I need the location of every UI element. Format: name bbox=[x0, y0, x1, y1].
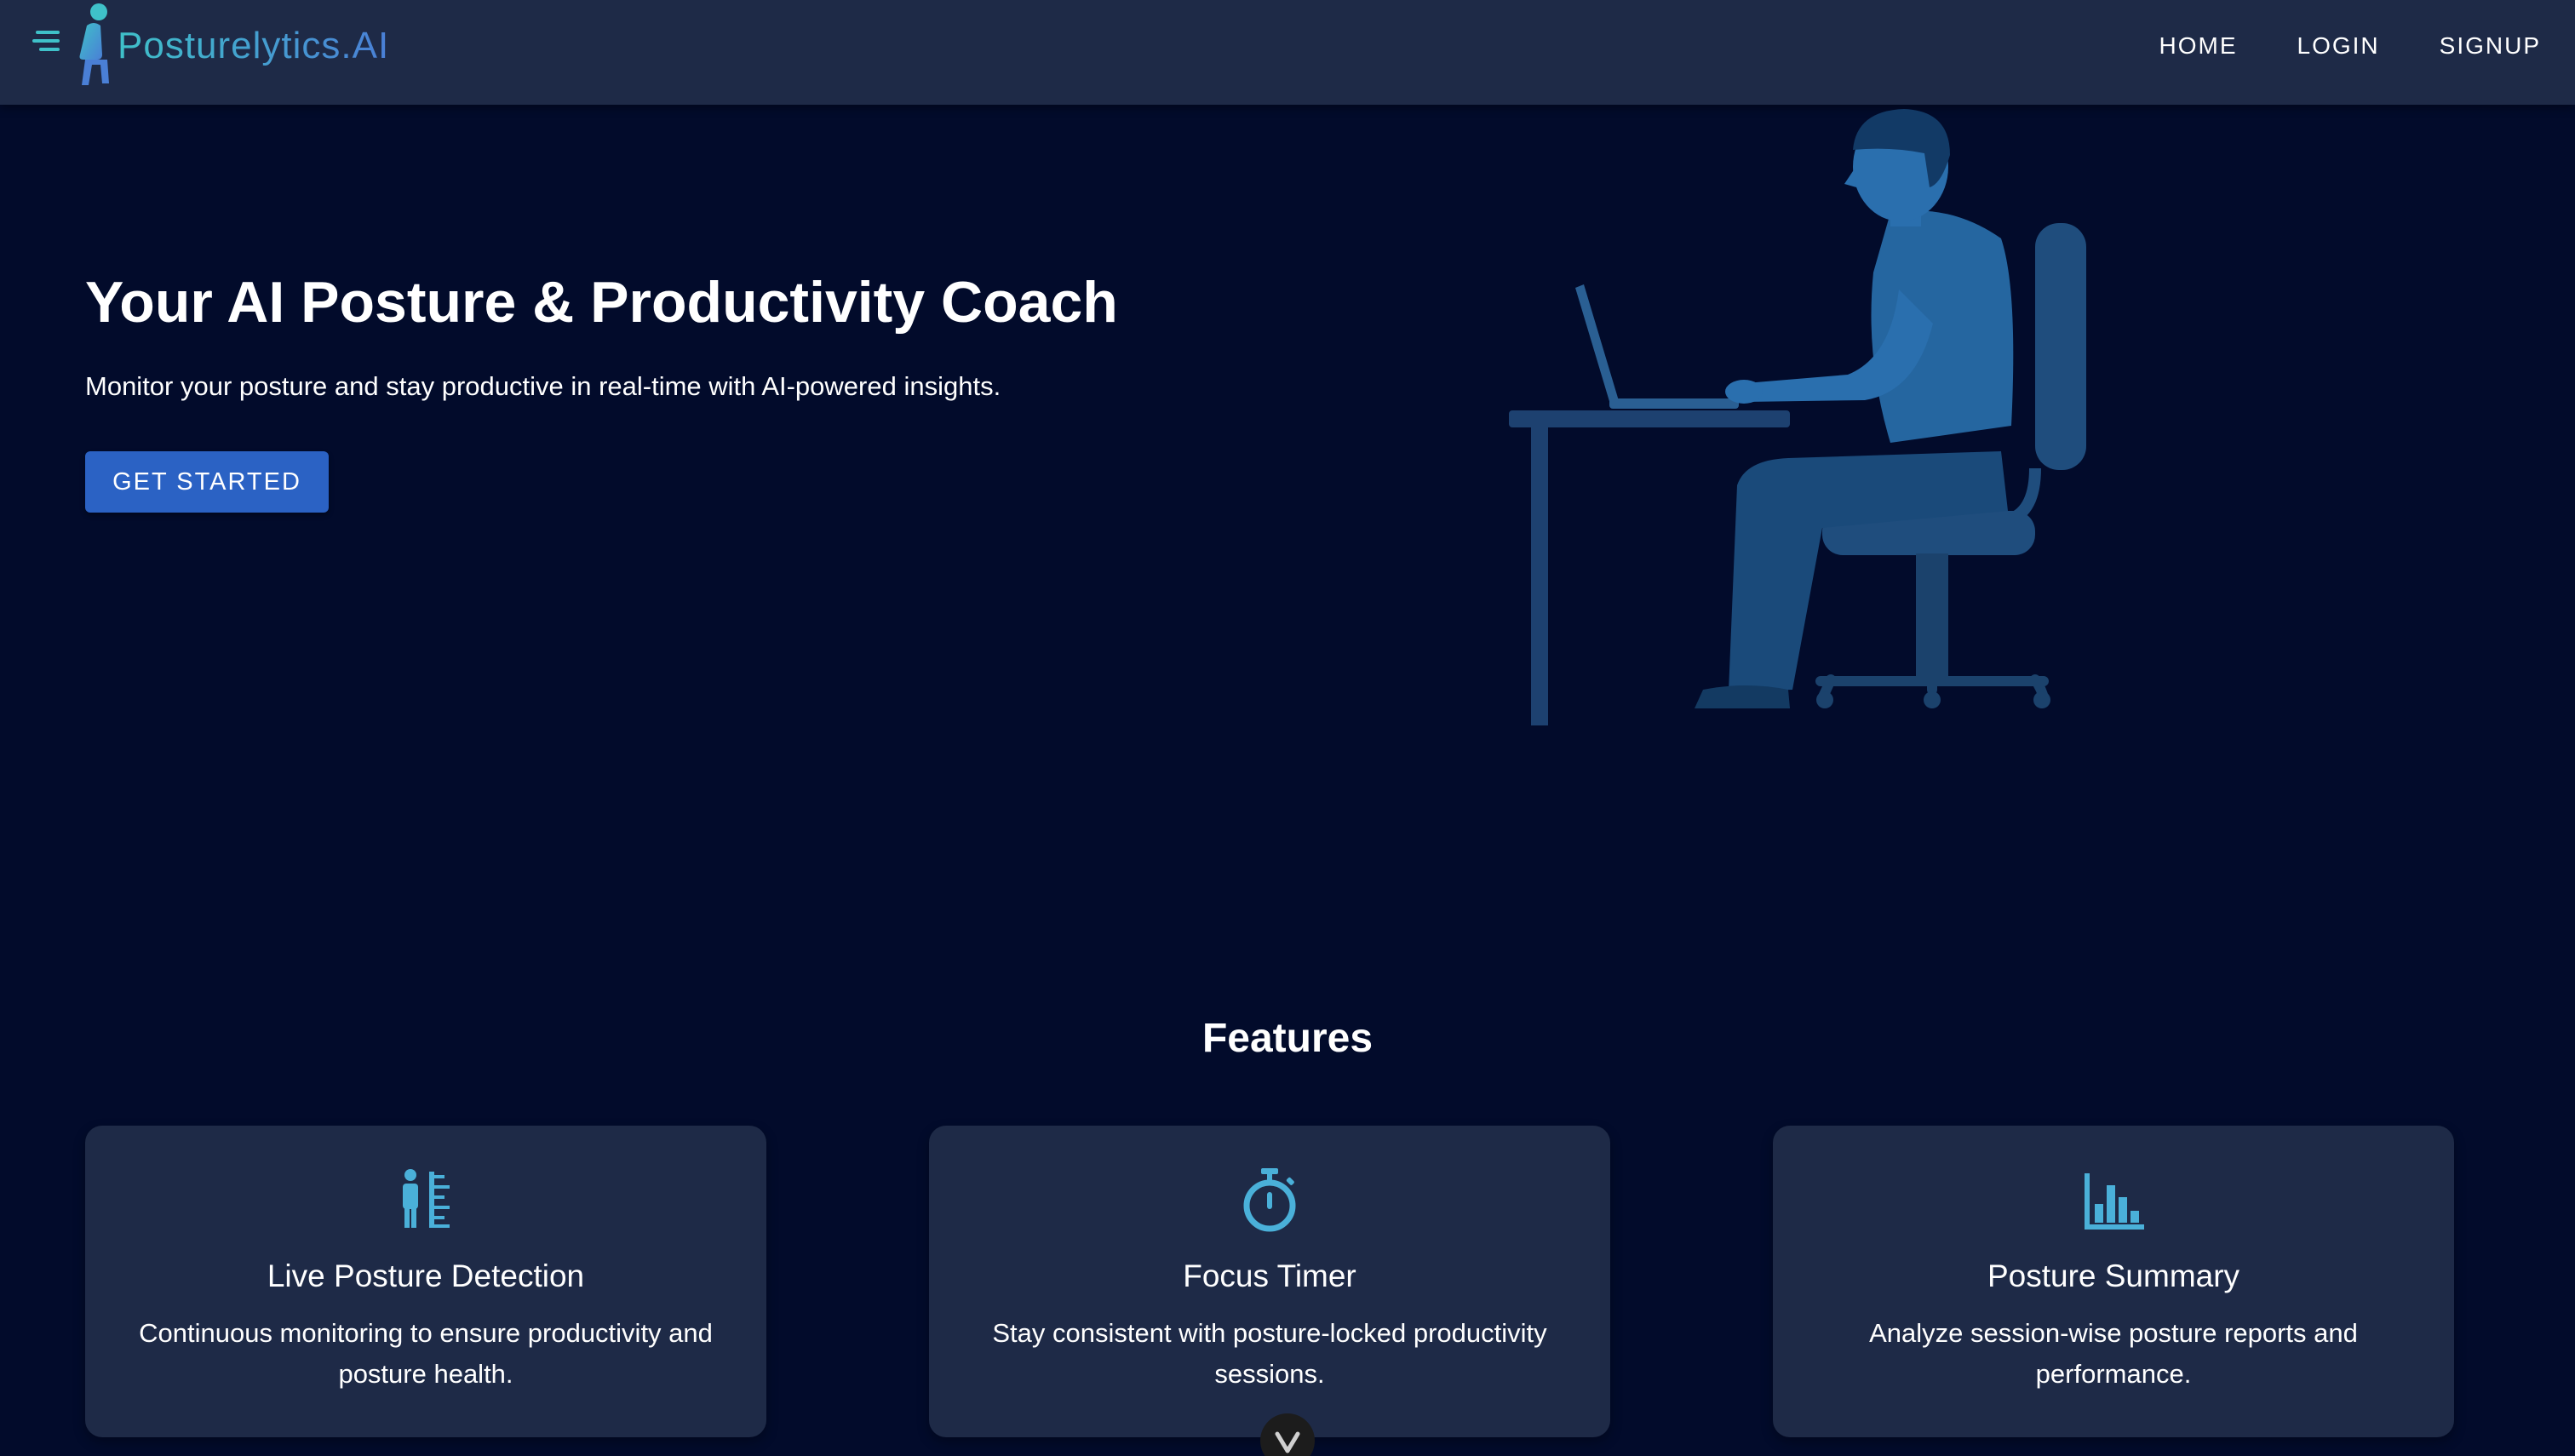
sitting-person-logo-icon bbox=[32, 3, 109, 85]
feature-card-posture-summary[interactable]: Posture Summary Analyze session-wise pos… bbox=[1773, 1126, 2454, 1437]
feature-cards: Live Posture Detection Continuous monito… bbox=[85, 1126, 2454, 1437]
bar-chart-icon bbox=[2085, 1173, 2144, 1230]
feature-description: Continuous monitoring to ensure producti… bbox=[139, 1318, 713, 1389]
chevron-down-icon bbox=[1275, 1431, 1300, 1453]
feature-title: Focus Timer bbox=[1183, 1258, 1356, 1293]
posture-ruler-icon bbox=[403, 1169, 450, 1228]
navbar: Posturelytics.AI HOME LOGIN SIGNUP bbox=[0, 0, 2575, 105]
hero-title: Your AI Posture & Productivity Coach bbox=[85, 270, 1118, 335]
nav-link-home[interactable]: HOME bbox=[2159, 32, 2238, 60]
hero-subtitle: Monitor your posture and stay productive… bbox=[85, 371, 1001, 401]
feature-card-live-posture[interactable]: Live Posture Detection Continuous monito… bbox=[85, 1126, 766, 1437]
stopwatch-icon bbox=[1243, 1168, 1296, 1232]
nav-links: HOME LOGIN SIGNUP bbox=[2159, 32, 2542, 60]
brand-name: Posturelytics.AI bbox=[118, 25, 390, 66]
landing-page: Posturelytics.AI HOME LOGIN SIGNUP Your … bbox=[0, 0, 2575, 1456]
feature-title: Posture Summary bbox=[1987, 1258, 2240, 1293]
person-at-desk-illustration bbox=[1509, 109, 2086, 725]
get-started-button[interactable]: GET STARTED bbox=[85, 451, 329, 513]
feature-title: Live Posture Detection bbox=[267, 1258, 585, 1293]
nav-link-login[interactable]: LOGIN bbox=[2297, 32, 2380, 60]
feature-description: Analyze session-wise posture reports and… bbox=[1869, 1318, 2358, 1389]
nav-link-signup[interactable]: SIGNUP bbox=[2440, 32, 2541, 60]
brand-logo[interactable]: Posturelytics.AI bbox=[32, 2, 389, 90]
feature-card-focus-timer[interactable]: Focus Timer Stay consistent with posture… bbox=[929, 1126, 1610, 1437]
feature-description: Stay consistent with posture-locked prod… bbox=[992, 1318, 1547, 1389]
features-heading: Features bbox=[1201, 1016, 1374, 1061]
